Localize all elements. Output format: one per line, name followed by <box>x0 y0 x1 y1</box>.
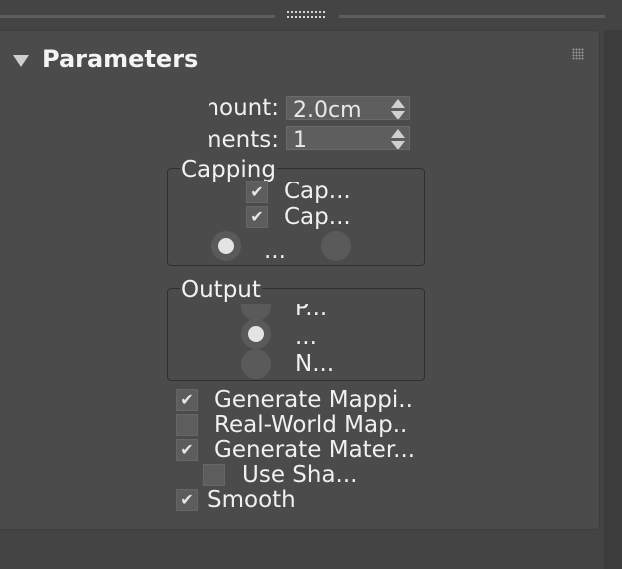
capping-radio-1[interactable] <box>211 231 241 261</box>
amount-value[interactable]: 2.0cm <box>293 99 362 120</box>
collapse-triangle-icon[interactable] <box>13 55 29 67</box>
output-title: Output <box>180 277 262 303</box>
real-world-map-checkbox[interactable] <box>176 414 198 436</box>
spinner-up-icon[interactable] <box>391 129 405 138</box>
generate-mapping-label: Generate Mappi.. <box>214 387 413 413</box>
splitter-line-left <box>0 15 275 18</box>
output-content-clip: P... ... N... <box>167 304 425 380</box>
output-radio-nurbs-label: N... <box>295 351 335 377</box>
spinner-down-icon[interactable] <box>391 141 405 149</box>
amount-spinner[interactable] <box>391 99 405 119</box>
splitter-line-right <box>339 15 605 18</box>
segments-value[interactable]: 1 <box>293 129 307 150</box>
smooth-label: Smooth <box>207 487 296 513</box>
scrollbar-track[interactable] <box>604 30 622 569</box>
rollout-title: Parameters <box>42 45 199 73</box>
generate-material-checkbox[interactable]: ✔ <box>176 439 198 461</box>
spinner-up-icon[interactable] <box>391 99 405 108</box>
segments-spinner[interactable] <box>391 129 405 149</box>
generate-mapping-checkbox[interactable]: ✔ <box>176 389 198 411</box>
amount-label: Amount: <box>209 96 279 116</box>
spinner-down-icon[interactable] <box>391 111 405 119</box>
output-radio-nurbs[interactable] <box>241 349 271 379</box>
cap-end-checkbox[interactable]: ✔ <box>246 206 268 228</box>
segments-field[interactable]: 1 <box>286 126 410 150</box>
amount-label-clip: Amount: <box>209 96 279 120</box>
rollout-grip-icon[interactable] <box>572 48 584 60</box>
capping-radio-1-label: ... <box>264 238 286 264</box>
output-radio-mesh-label: ... <box>295 324 317 350</box>
output-radio-patch-label: P... <box>295 304 328 321</box>
splitter-handle[interactable] <box>287 11 327 19</box>
output-radio-mesh[interactable] <box>241 319 271 349</box>
amount-field[interactable]: 2.0cm <box>286 96 410 120</box>
smooth-checkbox[interactable]: ✔ <box>176 489 198 511</box>
real-world-map-label: Real-World Map.. <box>214 412 408 438</box>
segments-label-clip: Segments: <box>209 128 279 152</box>
cap-start-checkbox[interactable]: ✔ <box>246 181 268 203</box>
cap-start-label: Cap... <box>284 182 351 204</box>
command-panel: Parameters Amount: 2.0cm Segments: 1 Cap… <box>0 0 622 569</box>
cap-start-label-clip: Cap... <box>284 182 394 204</box>
generate-material-label: Generate Mater... <box>214 437 416 463</box>
segments-label: Segments: <box>209 128 279 148</box>
use-shape-label: Use Sha... <box>242 462 358 488</box>
capping-title: Capping <box>180 157 277 183</box>
capping-radio-2[interactable] <box>321 231 351 261</box>
cap-end-label: Cap... <box>284 204 351 230</box>
use-shape-checkbox[interactable] <box>203 464 225 486</box>
